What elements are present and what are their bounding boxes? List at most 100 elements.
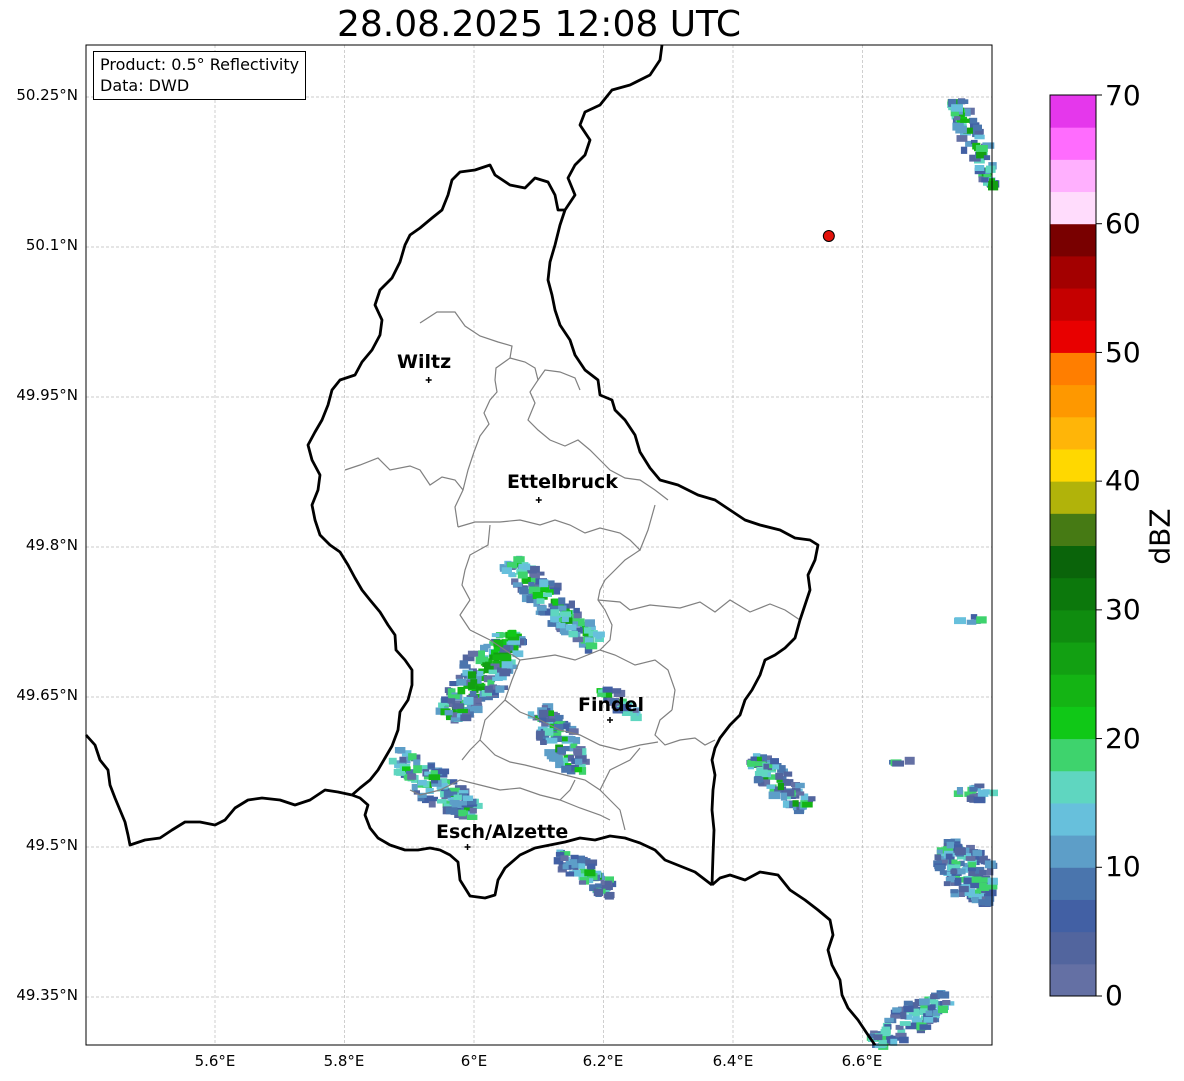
echo-cell — [561, 616, 569, 623]
echo-cell — [427, 763, 435, 769]
echo-cell — [951, 859, 958, 864]
echo-cell — [477, 670, 484, 677]
echo-cell — [451, 717, 462, 722]
echo-cell — [399, 756, 407, 763]
echo-cell — [892, 1007, 902, 1013]
radar-map[interactable] — [0, 0, 1184, 1081]
echo-cell — [467, 671, 477, 679]
lat-label: 49.65°N — [16, 686, 78, 704]
echo-cell — [986, 165, 996, 173]
echo-cell — [512, 582, 523, 587]
echo-cell — [919, 1024, 932, 1030]
colorbar-segment — [1050, 609, 1096, 643]
echo-cell — [574, 758, 583, 765]
echo-cell — [585, 642, 598, 650]
data-source-label: Data: DWD — [100, 76, 190, 95]
echo-cell — [766, 784, 775, 789]
echo-cell — [453, 794, 462, 800]
echo-cell — [542, 592, 552, 597]
echo-cell — [578, 862, 586, 869]
echo-cell — [795, 782, 805, 789]
echo-cell — [593, 631, 605, 638]
echo-cell — [604, 880, 612, 888]
echo-cell — [955, 125, 967, 134]
echo-cell — [507, 630, 517, 637]
echo-cell — [536, 598, 545, 604]
colorbar-tick: 50 — [1105, 336, 1141, 369]
radar-echoes — [388, 98, 1000, 1050]
colorbar — [1049, 94, 1102, 997]
graticule — [86, 45, 992, 1045]
echo-cell — [565, 871, 575, 877]
echo-cell — [984, 860, 996, 869]
echo-cell — [977, 789, 989, 797]
echo-cell — [754, 776, 764, 783]
lon-label: 6.4°E — [712, 1052, 754, 1070]
echo-cell — [975, 145, 988, 152]
echo-cell — [903, 1000, 913, 1006]
colorbar-segment — [1050, 448, 1096, 482]
echo-cell — [428, 800, 436, 808]
echo-cell — [463, 696, 474, 705]
echo-cell — [796, 791, 805, 796]
echo-cell — [458, 801, 467, 806]
colorbar-tick: 0 — [1105, 979, 1123, 1012]
city-label-wiltz: Wiltz — [397, 351, 452, 373]
colorbar-segment — [1050, 706, 1096, 740]
echo-cell — [402, 766, 411, 771]
echo-cell — [958, 885, 969, 893]
city-markers — [425, 377, 613, 850]
echo-cell — [573, 748, 583, 756]
echo-cell — [441, 696, 449, 703]
echo-cell — [532, 592, 543, 599]
echo-cell — [570, 854, 579, 860]
echo-cell — [467, 650, 480, 657]
colorbar-segment — [1050, 577, 1096, 611]
echo-cell — [777, 783, 784, 791]
echo-cell — [483, 643, 491, 649]
echo-cell — [970, 882, 980, 889]
echo-cell — [438, 702, 445, 709]
colorbar-segment — [1050, 288, 1096, 321]
echo-cell — [750, 756, 757, 761]
echo-cell — [989, 789, 998, 797]
echo-cell — [951, 104, 963, 112]
echo-cell — [873, 1034, 883, 1041]
echo-cell — [517, 571, 528, 579]
echo-cell — [572, 636, 584, 643]
echo-cell — [772, 763, 780, 770]
echo-cell — [562, 863, 569, 870]
echo-cell — [988, 181, 998, 188]
colorbar-segment — [1050, 867, 1096, 900]
echo-cell — [568, 736, 576, 742]
echo-cell — [499, 668, 511, 677]
echo-cell — [892, 760, 904, 767]
colorbar-segment — [1050, 223, 1096, 257]
echo-cell — [612, 688, 622, 694]
product-label: Product: 0.5° Reflectivity — [100, 55, 300, 74]
echo-cell — [979, 869, 987, 876]
colorbar-segment — [1050, 802, 1096, 836]
echo-cell — [965, 856, 976, 861]
echo-cell — [492, 676, 503, 681]
echo-cell — [573, 607, 580, 614]
echo-cell — [976, 616, 987, 624]
echo-cell — [783, 771, 793, 777]
echo-cell — [966, 795, 975, 802]
lon-label: 6.2°E — [582, 1052, 624, 1070]
echo-cell — [943, 881, 951, 887]
echo-cell — [903, 1005, 914, 1013]
echo-cell — [501, 567, 512, 574]
echo-cell — [467, 682, 476, 690]
echo-cell — [539, 579, 549, 588]
colorbar-tick: 40 — [1105, 464, 1141, 497]
echo-cell — [938, 1005, 948, 1014]
echo-cell — [445, 807, 458, 815]
echo-cell — [966, 619, 977, 625]
echo-cell — [950, 889, 958, 894]
echo-cell — [934, 854, 942, 861]
lat-label: 50.1°N — [25, 236, 78, 254]
echo-cell — [604, 891, 614, 900]
echo-cell — [972, 124, 982, 131]
lat-label: 49.5°N — [25, 836, 78, 854]
